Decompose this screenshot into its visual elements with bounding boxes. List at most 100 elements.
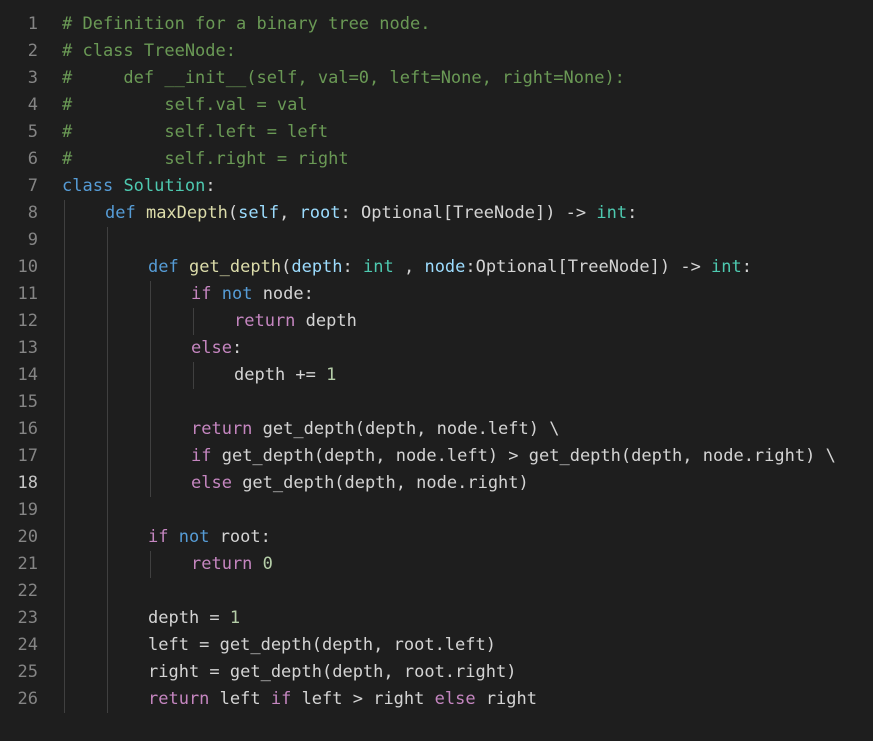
code-line[interactable]: 1 # Definition for a binary tree node.	[0, 11, 873, 38]
line-number: 3	[27, 68, 38, 88]
code-text: # def __init__(self, val=0, left=None, r…	[62, 65, 625, 92]
line-number: 21	[17, 554, 38, 574]
code-line[interactable]: 21 return 0	[0, 551, 873, 578]
indent-guide	[64, 281, 65, 308]
code-text: def get_depth(depth: int , node:Optional…	[148, 254, 752, 281]
indent-guide	[64, 470, 65, 497]
line-number: 1	[27, 14, 38, 34]
indent-guide	[150, 335, 151, 362]
code-token: :	[342, 257, 364, 277]
code-line[interactable]: 5 # self.left = left	[0, 119, 873, 146]
indent-guide	[107, 335, 108, 362]
code-text: right = get_depth(depth, root.right)	[148, 659, 516, 686]
code-token: if	[270, 689, 292, 709]
code-token: root:	[209, 527, 271, 547]
code-token: node:	[252, 284, 314, 304]
indent-guide	[64, 524, 65, 551]
code-text: class Solution:	[62, 173, 216, 200]
code-token: (	[281, 257, 292, 277]
code-line[interactable]: 13 else:	[0, 335, 873, 362]
indent-guide	[107, 686, 108, 713]
code-line[interactable]: 14 depth += 1	[0, 362, 873, 389]
code-token: depth	[295, 311, 357, 331]
line-number: 20	[17, 527, 38, 547]
line-number: 16	[17, 419, 38, 439]
indent-guide	[150, 362, 151, 389]
code-line[interactable]: 11 if not node:	[0, 281, 873, 308]
code-text: return 0	[191, 551, 273, 578]
code-token: get_depth(depth, node.left) > get_depth(…	[211, 446, 836, 466]
code-line[interactable]: 25 right = get_depth(depth, root.right)	[0, 659, 873, 686]
code-token: # Definition for a binary tree node.	[62, 14, 431, 34]
code-text: if not root:	[148, 524, 271, 551]
code-token: get_depth(depth, node.right)	[231, 473, 529, 493]
code-editor[interactable]: 1 # Definition for a binary tree node. 2 # …	[0, 0, 873, 741]
code-token: root	[299, 203, 341, 223]
code-token: return	[191, 419, 253, 439]
code-token: if	[191, 284, 212, 304]
indent-guide	[64, 578, 65, 605]
code-line[interactable]: 9	[0, 227, 873, 254]
code-line[interactable]: 23 depth = 1	[0, 605, 873, 632]
line-number: 8	[27, 203, 38, 223]
indent-guide	[107, 470, 108, 497]
code-line[interactable]: 3 # def __init__(self, val=0, left=None, …	[0, 65, 873, 92]
code-token: else	[191, 473, 232, 493]
indent-guide	[64, 254, 65, 281]
code-token: depth +=	[234, 365, 327, 385]
code-line[interactable]: 16 return get_depth(depth, node.left) \	[0, 416, 873, 443]
indent-guide	[150, 443, 151, 470]
code-token: ,	[279, 203, 300, 223]
code-line[interactable]: 17 if get_depth(depth, node.left) > get_d…	[0, 443, 873, 470]
line-number: 10	[17, 257, 38, 277]
code-token: # self.left = left	[62, 122, 329, 142]
indent-guide	[193, 308, 194, 335]
indent-guide	[64, 416, 65, 443]
code-text: else get_depth(depth, node.right)	[191, 470, 529, 497]
code-line[interactable]: 18 else get_depth(depth, node.right)	[0, 470, 873, 497]
code-line[interactable]: 26 return left if left > right else right	[0, 686, 873, 713]
indent-guide	[64, 659, 65, 686]
line-number: 5	[27, 122, 38, 142]
line-number: 13	[17, 338, 38, 358]
code-line[interactable]: 24 left = get_depth(depth, root.left)	[0, 632, 873, 659]
code-line[interactable]: 20 if not root:	[0, 524, 873, 551]
line-number: 11	[17, 284, 38, 304]
line-number: 26	[17, 689, 38, 709]
code-token: get_depth	[188, 257, 282, 277]
code-line[interactable]: 2 # class TreeNode:	[0, 38, 873, 65]
code-token: right	[475, 689, 537, 709]
indent-guide	[64, 389, 65, 416]
code-line[interactable]: 4 # self.val = val	[0, 92, 873, 119]
code-text: return depth	[234, 308, 357, 335]
line-number: 4	[27, 95, 38, 115]
code-line[interactable]: 6 # self.right = right	[0, 146, 873, 173]
code-token: (	[227, 203, 239, 223]
code-line[interactable]: 22	[0, 578, 873, 605]
code-lines[interactable]: 1 # Definition for a binary tree node. 2 # …	[0, 11, 873, 713]
code-line[interactable]: 19	[0, 497, 873, 524]
code-token: self	[238, 203, 280, 223]
code-text: if get_depth(depth, node.left) > get_dep…	[191, 443, 836, 470]
indent-guide	[107, 308, 108, 335]
indent-guide	[193, 362, 194, 389]
indent-guide	[64, 497, 65, 524]
code-line[interactable]: 8 def maxDepth(self, root: Optional[TreeN…	[0, 200, 873, 227]
code-line[interactable]: 7 class Solution:	[0, 173, 873, 200]
indent-guide	[64, 362, 65, 389]
code-token: class	[62, 176, 114, 196]
code-token: :	[205, 176, 216, 196]
code-token: : Optional[TreeNode]) ->	[340, 203, 597, 223]
code-line[interactable]: 10 def get_depth(depth: int , node:Option…	[0, 254, 873, 281]
line-number: 7	[27, 176, 38, 196]
code-text: return get_depth(depth, node.left) \	[191, 416, 559, 443]
code-text: # self.val = val	[62, 92, 308, 119]
indent-guide	[107, 389, 108, 416]
code-token: # class TreeNode:	[62, 41, 236, 61]
code-text: if not node:	[191, 281, 314, 308]
code-token: 1	[326, 365, 337, 385]
code-line[interactable]: 12 return depth	[0, 308, 873, 335]
code-line[interactable]: 15	[0, 389, 873, 416]
